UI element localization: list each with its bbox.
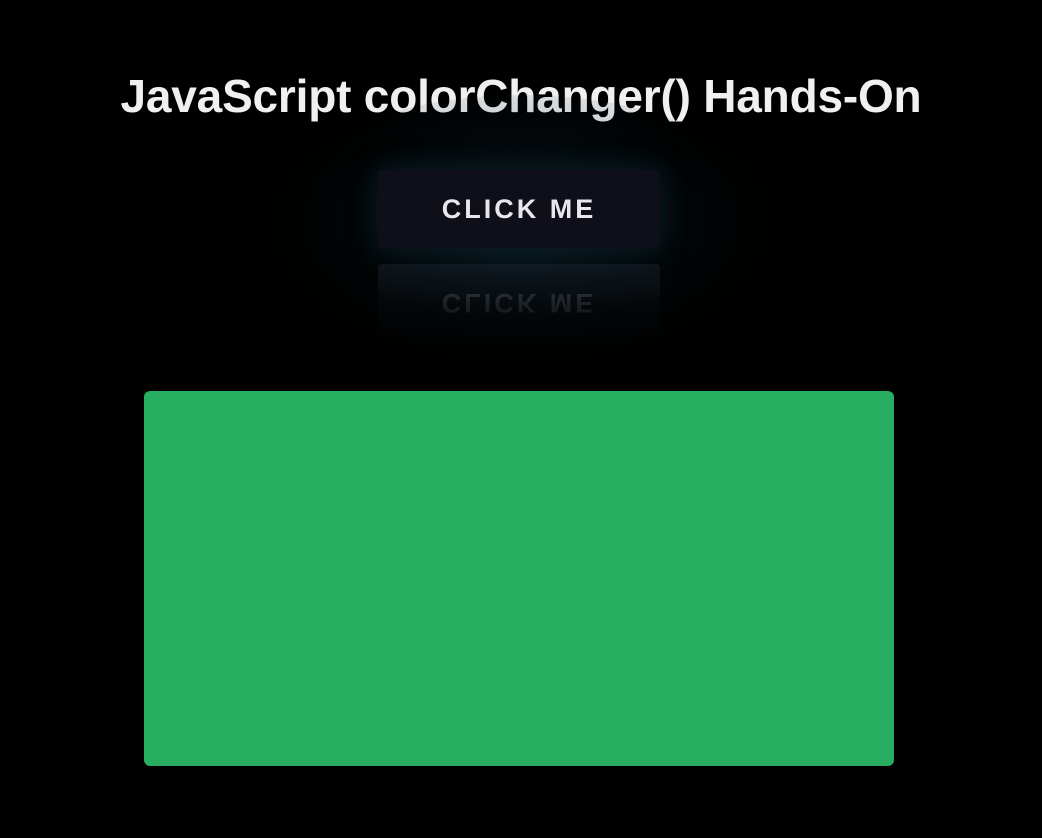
page-title: JavaScript colorChanger() Hands-On (120, 70, 922, 122)
click-me-button[interactable]: CLICK ME (378, 170, 660, 248)
button-reflection-label: CLICK ME (441, 288, 597, 318)
click-button-wrapper: CLICK ME (378, 170, 660, 248)
button-reflection: CLICK ME (378, 264, 660, 342)
color-box (144, 391, 894, 766)
